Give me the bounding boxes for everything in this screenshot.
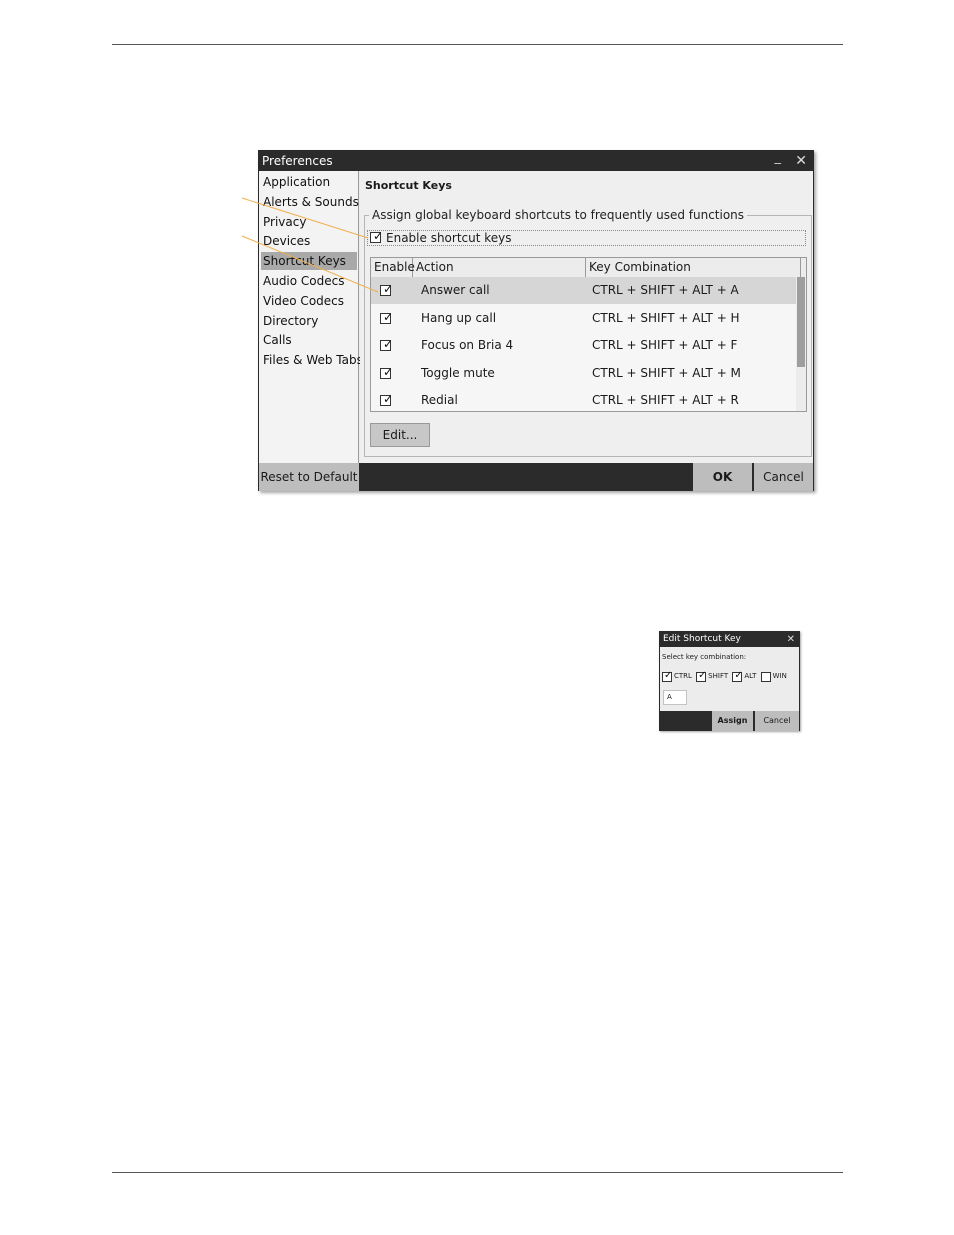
row-enable-checkbox[interactable]: ✓ [380, 392, 394, 406]
win-label: WIN [772, 672, 787, 680]
sidebar-item-directory[interactable]: Directory [261, 312, 357, 330]
row-key-combination: CTRL + SHIFT + ALT + F [592, 338, 738, 352]
sidebar-item-calls[interactable]: Calls [261, 331, 357, 349]
preferences-titlebar: Preferences _ ✕ [259, 148, 813, 171]
checkmark-icon: ✓ [698, 669, 707, 681]
sidebar-item-privacy[interactable]: Privacy [261, 213, 357, 231]
row-enable-checkbox[interactable]: ✓ [380, 282, 394, 296]
edit-dialog-titlebar: Edit Shortcut Key ✕ [660, 632, 799, 647]
row-action: Hang up call [421, 311, 497, 325]
row-key-combination: CTRL + SHIFT + ALT + A [592, 283, 739, 297]
edit-dialog-title: Edit Shortcut Key [663, 634, 741, 644]
sidebar-item-audio-codecs[interactable]: Audio Codecs [261, 272, 357, 290]
sidebar-item-devices[interactable]: Devices [261, 232, 357, 250]
shift-checkbox[interactable]: ✓ [696, 669, 707, 682]
row-key-combination: CTRL + SHIFT + ALT + H [592, 311, 740, 325]
ok-button[interactable]: OK [693, 463, 753, 491]
table-row[interactable]: ✓ Toggle mute CTRL + SHIFT + ALT + M [371, 360, 797, 387]
row-key-combination: CTRL + SHIFT + ALT + R [592, 393, 739, 407]
sidebar-item-files-web-tabs[interactable]: Files & Web Tabs [261, 351, 363, 369]
minimize-icon[interactable]: _ [775, 148, 782, 168]
edit-button[interactable]: Edit... [370, 423, 430, 447]
column-header-action[interactable]: Action [413, 258, 586, 277]
sidebar-item-shortcut-keys[interactable]: Shortcut Keys [261, 252, 357, 270]
section-title: Shortcut Keys [365, 179, 452, 192]
edit-shortcut-key-dialog: Edit Shortcut Key ✕ Select key combinati… [659, 631, 800, 731]
checkmark-icon: ✓ [734, 669, 743, 681]
sidebar-item-video-codecs[interactable]: Video Codecs [261, 292, 357, 310]
alt-checkbox[interactable]: ✓ [732, 669, 743, 682]
key-combination-prompt: Select key combination: [662, 653, 747, 661]
reset-to-default-button[interactable]: Reset to Default [259, 463, 359, 491]
close-icon[interactable]: ✕ [795, 151, 807, 171]
table-row[interactable]: ✓ Redial CTRL + SHIFT + ALT + R [371, 387, 797, 411]
enable-shortcut-keys-checkbox[interactable]: ✓ Enable shortcut keys [367, 229, 806, 246]
table-row[interactable]: ✓ Hang up call CTRL + SHIFT + ALT + H [371, 305, 797, 332]
shortcut-keys-panel: Shortcut Keys Assign global keyboard sho… [360, 171, 813, 463]
table-header: Enable Action Key Combination [371, 258, 806, 278]
table-scrollbar[interactable] [796, 277, 806, 411]
row-enable-checkbox[interactable]: ✓ [380, 365, 394, 379]
column-header-key-combination[interactable]: Key Combination [586, 258, 801, 277]
checkmark-icon: ✓ [383, 310, 394, 324]
edit-dialog-footer: Assign Cancel [660, 711, 799, 731]
checkmark-icon: ✓ [664, 669, 673, 681]
ctrl-label: CTRL [674, 672, 692, 680]
row-enable-checkbox[interactable]: ✓ [380, 337, 394, 351]
checkmark-icon: ✓ [383, 365, 394, 379]
assign-button[interactable]: Assign [712, 711, 754, 731]
ctrl-checkbox[interactable]: ✓ [662, 669, 673, 682]
table-row[interactable]: ✓ Focus on Bria 4 CTRL + SHIFT + ALT + F [371, 332, 797, 359]
row-action: Redial [421, 393, 458, 407]
checkmark-icon: ✓ [383, 337, 394, 351]
close-icon[interactable]: ✕ [787, 632, 795, 647]
enable-shortcut-keys-check[interactable]: ✓ [370, 229, 384, 243]
checkmark-icon: ✓ [383, 282, 394, 296]
row-action: Answer call [421, 283, 490, 297]
sidebar-item-application[interactable]: Application [261, 173, 357, 191]
shift-label: SHIFT [708, 672, 729, 680]
sidebar-item-alerts-sounds[interactable]: Alerts & Sounds [261, 193, 359, 211]
checkmark-icon: ✓ [373, 229, 384, 243]
checkmark-icon: ✓ [383, 392, 394, 406]
modifier-checkboxes: ✓ CTRL ✓ SHIFT ✓ ALT WIN [662, 669, 789, 683]
cancel-button[interactable]: Cancel [754, 463, 813, 491]
group-label: Assign global keyboard shortcuts to freq… [369, 208, 748, 222]
scrollbar-thumb[interactable] [797, 277, 805, 367]
shortcut-table: Enable Action Key Combination ✓ Answer c… [370, 257, 807, 412]
window-title: Preferences [262, 154, 333, 168]
table-row[interactable]: ✓ Answer call CTRL + SHIFT + ALT + A [371, 277, 797, 304]
row-action: Toggle mute [421, 366, 495, 380]
key-input[interactable]: A [663, 690, 687, 705]
column-header-enable[interactable]: Enable [371, 258, 415, 277]
edit-dialog-cancel-button[interactable]: Cancel [755, 711, 799, 731]
row-enable-checkbox[interactable]: ✓ [380, 310, 394, 324]
win-checkbox[interactable] [760, 671, 771, 682]
alt-label: ALT [744, 672, 757, 680]
row-action: Focus on Bria 4 [421, 338, 514, 352]
page-footer-rule [112, 1172, 843, 1173]
row-key-combination: CTRL + SHIFT + ALT + M [592, 366, 741, 380]
preferences-sidebar: Application Alerts & Sounds Privacy Devi… [259, 171, 363, 463]
enable-shortcut-keys-label: Enable shortcut keys [386, 231, 512, 245]
page-header-rule [112, 44, 843, 45]
preferences-window: Preferences _ ✕ Application Alerts & Sou… [258, 150, 814, 491]
preferences-footer: Reset to Default OK Cancel [259, 463, 813, 491]
